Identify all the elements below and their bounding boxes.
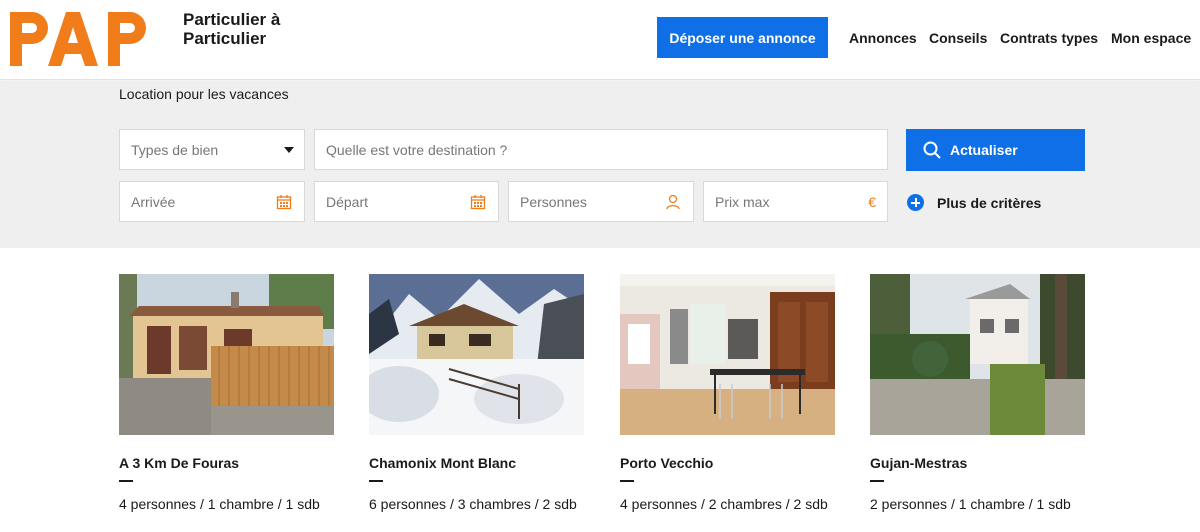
property-type-placeholder: Types de bien (131, 141, 219, 158)
persons-placeholder: Personnes (520, 193, 587, 210)
listing-photo[interactable] (369, 274, 584, 435)
dining-room-interior-image (620, 274, 835, 435)
departure-placeholder: Départ (326, 193, 369, 210)
post-ad-button[interactable]: Déposer une annonce (657, 17, 828, 58)
listing-card[interactable]: Gujan-Mestras 2 personnes / 1 chambre / … (870, 274, 1085, 512)
tagline-line-1: Particulier à (183, 10, 281, 29)
listing-card[interactable]: A 3 Km De Fouras 4 personnes / 1 chambre… (119, 274, 334, 512)
calendar-icon (276, 195, 292, 210)
property-type-select[interactable]: Types de bien (119, 129, 305, 170)
pap-logo[interactable] (8, 10, 168, 68)
site-header: Particulier à Particulier Déposer une an… (0, 0, 1200, 80)
listing-card[interactable]: Porto Vecchio 4 personnes / 2 chambres /… (620, 274, 835, 512)
nav-contrats-types[interactable]: Contrats types (1000, 30, 1098, 46)
nav-conseils[interactable]: Conseils (929, 30, 987, 46)
white-villa-with-trees-image (870, 274, 1085, 435)
update-search-label: Actualiser (950, 142, 1018, 158)
listing-photo[interactable] (620, 274, 835, 435)
update-search-button[interactable]: Actualiser (906, 129, 1085, 171)
listing-details: 4 personnes / 2 chambres / 2 sdb (620, 496, 828, 512)
chalet-in-snow-image (369, 274, 584, 435)
divider (870, 480, 884, 482)
nav-annonces[interactable]: Annonces (849, 30, 917, 46)
max-price-placeholder: Prix max (715, 193, 770, 210)
persons-input[interactable]: Personnes (508, 181, 694, 222)
search-icon (923, 141, 941, 159)
arrival-placeholder: Arrivée (131, 193, 176, 210)
arrival-date-input[interactable]: Arrivée (119, 181, 305, 222)
listing-details: 2 personnes / 1 chambre / 1 sdb (870, 496, 1071, 512)
destination-placeholder: Quelle est votre destination ? (326, 141, 508, 158)
listing-title[interactable]: A 3 Km De Fouras (119, 455, 239, 471)
departure-date-input[interactable]: Départ (314, 181, 499, 222)
listing-title[interactable]: Porto Vecchio (620, 455, 713, 471)
calendar-icon (470, 195, 486, 210)
euro-icon: € (868, 194, 876, 210)
tagline-line-2: Particulier (183, 29, 267, 48)
listing-title[interactable]: Chamonix Mont Blanc (369, 455, 516, 471)
listing-details: 6 personnes / 3 chambres / 2 sdb (369, 496, 577, 512)
listing-title[interactable]: Gujan-Mestras (870, 455, 967, 471)
person-icon (666, 194, 680, 210)
listing-photo[interactable] (870, 274, 1085, 435)
more-criteria-label: Plus de critères (937, 194, 1042, 211)
search-title: Location pour les vacances (119, 86, 289, 102)
divider (369, 480, 383, 482)
divider (620, 480, 634, 482)
divider (119, 480, 133, 482)
listing-card[interactable]: Chamonix Mont Blanc 6 personnes / 3 cham… (369, 274, 584, 512)
more-criteria-button[interactable]: Plus de critères (907, 194, 1041, 211)
destination-input[interactable]: Quelle est votre destination ? (314, 129, 888, 170)
search-panel: Location pour les vacances Types de bien… (0, 81, 1200, 248)
logo-tagline: Particulier à Particulier (183, 10, 323, 48)
plus-circle-icon (907, 194, 924, 211)
house-with-wooden-fence-image (119, 274, 334, 435)
listing-photo[interactable] (119, 274, 334, 435)
nav-mon-espace[interactable]: Mon espace (1111, 30, 1191, 46)
caret-down-icon (284, 147, 294, 153)
max-price-input[interactable]: Prix max € (703, 181, 888, 222)
listing-details: 4 personnes / 1 chambre / 1 sdb (119, 496, 320, 512)
